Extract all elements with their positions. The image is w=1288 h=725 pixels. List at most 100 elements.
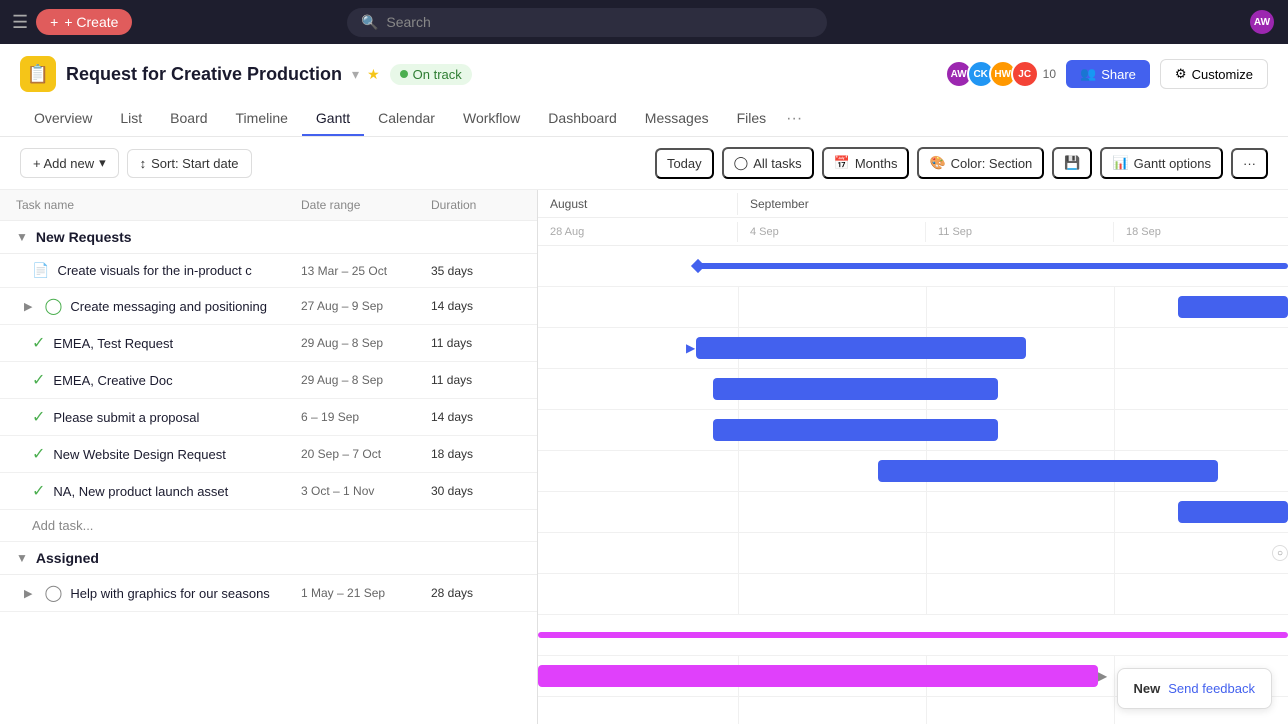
add-task-label: Add task... [32, 518, 93, 533]
customize-icon: ⚙ [1175, 66, 1187, 82]
task-name: Create messaging and positioning [70, 299, 267, 314]
tab-list[interactable]: List [106, 102, 156, 136]
dropdown-icon[interactable]: ▾ [352, 66, 359, 83]
duration: 14 days [431, 410, 521, 424]
month-september: September [738, 193, 1288, 215]
search-bar[interactable]: 🔍 Search [347, 8, 827, 37]
section-assigned[interactable]: ▼ Assigned [0, 542, 537, 575]
star-icon[interactable]: ★ [367, 66, 380, 83]
section-label: New Requests [36, 229, 132, 245]
months-button[interactable]: 📅 Months [822, 147, 910, 179]
file-icon: 📄 [32, 262, 49, 279]
today-label: Today [667, 156, 702, 171]
add-new-button[interactable]: + Add new ▾ [20, 148, 119, 178]
check-done-icon: ✓ [32, 370, 45, 390]
sort-button[interactable]: ↕ Sort: Start date [127, 149, 252, 178]
task-name-cell: 📄 Create visuals for the in-product c [32, 262, 301, 279]
months-label: Months [855, 156, 898, 171]
task-name-cell: ▶ ◯ Help with graphics for our seasons [24, 583, 301, 603]
tab-workflow[interactable]: Workflow [449, 102, 534, 136]
bar-emea-test [713, 378, 998, 400]
bar-arrow-help: ▶ [1098, 669, 1107, 683]
task-row[interactable]: ✓ EMEA, Creative Doc 29 Aug – 8 Sep 11 d… [0, 362, 537, 399]
customize-label: Customize [1192, 67, 1253, 82]
tab-dashboard[interactable]: Dashboard [534, 102, 631, 136]
gantt-row-new-website [538, 492, 1288, 533]
date-range: 1 May – 21 Sep [301, 586, 431, 600]
create-button[interactable]: + + Create [36, 9, 132, 35]
project-actions: ▾ ★ [352, 66, 380, 83]
color-section-label: Color: Section [951, 156, 1033, 171]
task-row-expandable[interactable]: ▶ ◯ Create messaging and positioning 27 … [0, 288, 537, 325]
check-circle-icon: ◯ [44, 583, 62, 603]
gantt-options-label: Gantt options [1134, 156, 1211, 171]
project-header: 📋 Request for Creative Production ▾ ★ On… [0, 44, 1288, 137]
duration: 11 days [431, 336, 521, 350]
task-name: EMEA, Creative Doc [53, 373, 172, 388]
avatar-jc: JC [1011, 60, 1039, 88]
team-avatars: AW CK HW JC 10 [945, 60, 1056, 88]
sort-label: Sort: Start date [151, 156, 238, 171]
tab-gantt[interactable]: Gantt [302, 102, 364, 136]
share-label: Share [1101, 67, 1136, 82]
gantt-row-create-messaging: ▶ [538, 328, 1288, 369]
create-plus-icon: + [50, 14, 58, 30]
col-duration: Duration [431, 198, 521, 212]
task-row[interactable]: ✓ Please submit a proposal 6 – 19 Sep 14… [0, 399, 537, 436]
task-row[interactable]: ✓ EMEA, Test Request 29 Aug – 8 Sep 11 d… [0, 325, 537, 362]
tab-timeline[interactable]: Timeline [222, 102, 302, 136]
tab-calendar[interactable]: Calendar [364, 102, 449, 136]
avatar-cluster: AW [1248, 8, 1276, 36]
share-button[interactable]: 👥 Share [1066, 60, 1150, 88]
tab-messages[interactable]: Messages [631, 102, 723, 136]
more-tabs-icon[interactable]: ··· [780, 102, 808, 136]
date-range: 6 – 19 Sep [301, 410, 431, 424]
gantt-row-create-visuals [538, 287, 1288, 328]
task-name: New Website Design Request [53, 447, 225, 462]
gantt-section-assigned [538, 615, 1288, 656]
status-dot [400, 70, 408, 78]
gantt-options-button[interactable]: 📊 Gantt options [1100, 147, 1223, 179]
collapse-icon: ▼ [16, 230, 28, 244]
task-row[interactable]: ✓ New Website Design Request 20 Sep – 7 … [0, 436, 537, 473]
tab-board[interactable]: Board [156, 102, 221, 136]
check-circle-icon: ◯ [44, 296, 62, 316]
section-new-requests[interactable]: ▼ New Requests [0, 221, 537, 254]
check-done-icon: ✓ [32, 407, 45, 427]
tab-overview[interactable]: Overview [20, 102, 106, 136]
task-row[interactable]: ✓ NA, New product launch asset 3 Oct – 1… [0, 473, 537, 510]
customize-button[interactable]: ⚙ Customize [1160, 59, 1268, 89]
task-row-help-graphics[interactable]: ▶ ◯ Help with graphics for our seasons 1… [0, 575, 537, 612]
save-button[interactable]: 💾 [1052, 147, 1092, 179]
circle-icon: ◯ [734, 155, 749, 171]
tab-files[interactable]: Files [723, 102, 781, 136]
add-task-button[interactable]: Add task... [0, 510, 537, 542]
task-panel: Task name Date range Duration ▼ New Requ… [0, 190, 538, 724]
task-name-cell: ✓ NA, New product launch asset [32, 481, 301, 501]
hamburger-icon[interactable]: ☰ [12, 12, 28, 33]
gantt-icon: 📊 [1112, 155, 1128, 171]
project-title: Request for Creative Production [66, 64, 342, 85]
task-name: Create visuals for the in-product c [57, 263, 251, 278]
all-tasks-label: All tasks [753, 156, 801, 171]
date-range: 20 Sep – 7 Oct [301, 447, 431, 461]
sort-icon: ↕ [140, 156, 147, 171]
task-row[interactable]: 📄 Create visuals for the in-product c 13… [0, 254, 537, 288]
send-feedback-button[interactable]: Send feedback [1168, 681, 1255, 696]
task-name-cell: ✓ EMEA, Creative Doc [32, 370, 301, 390]
check-done-icon: ✓ [32, 333, 45, 353]
task-name-cell: ✓ New Website Design Request [32, 444, 301, 464]
duration: 18 days [431, 447, 521, 461]
month-august: August [538, 193, 738, 215]
header-right: AW CK HW JC 10 👥 Share ⚙ Customize [945, 59, 1268, 89]
bar-create-messaging [696, 337, 1026, 359]
all-tasks-button[interactable]: ◯ All tasks [722, 147, 814, 179]
more-options-button[interactable]: ··· [1231, 148, 1268, 179]
today-button[interactable]: Today [655, 148, 714, 179]
gantt-row-emea-creative [538, 410, 1288, 451]
task-header: Task name Date range Duration [0, 190, 537, 221]
feedback-new-label: New [1134, 681, 1161, 696]
gantt-panel[interactable]: August September 28 Aug 4 Sep 11 Sep 18 … [538, 190, 1288, 724]
color-section-button[interactable]: 🎨 Color: Section [917, 147, 1044, 179]
date-range: 3 Oct – 1 Nov [301, 484, 431, 498]
